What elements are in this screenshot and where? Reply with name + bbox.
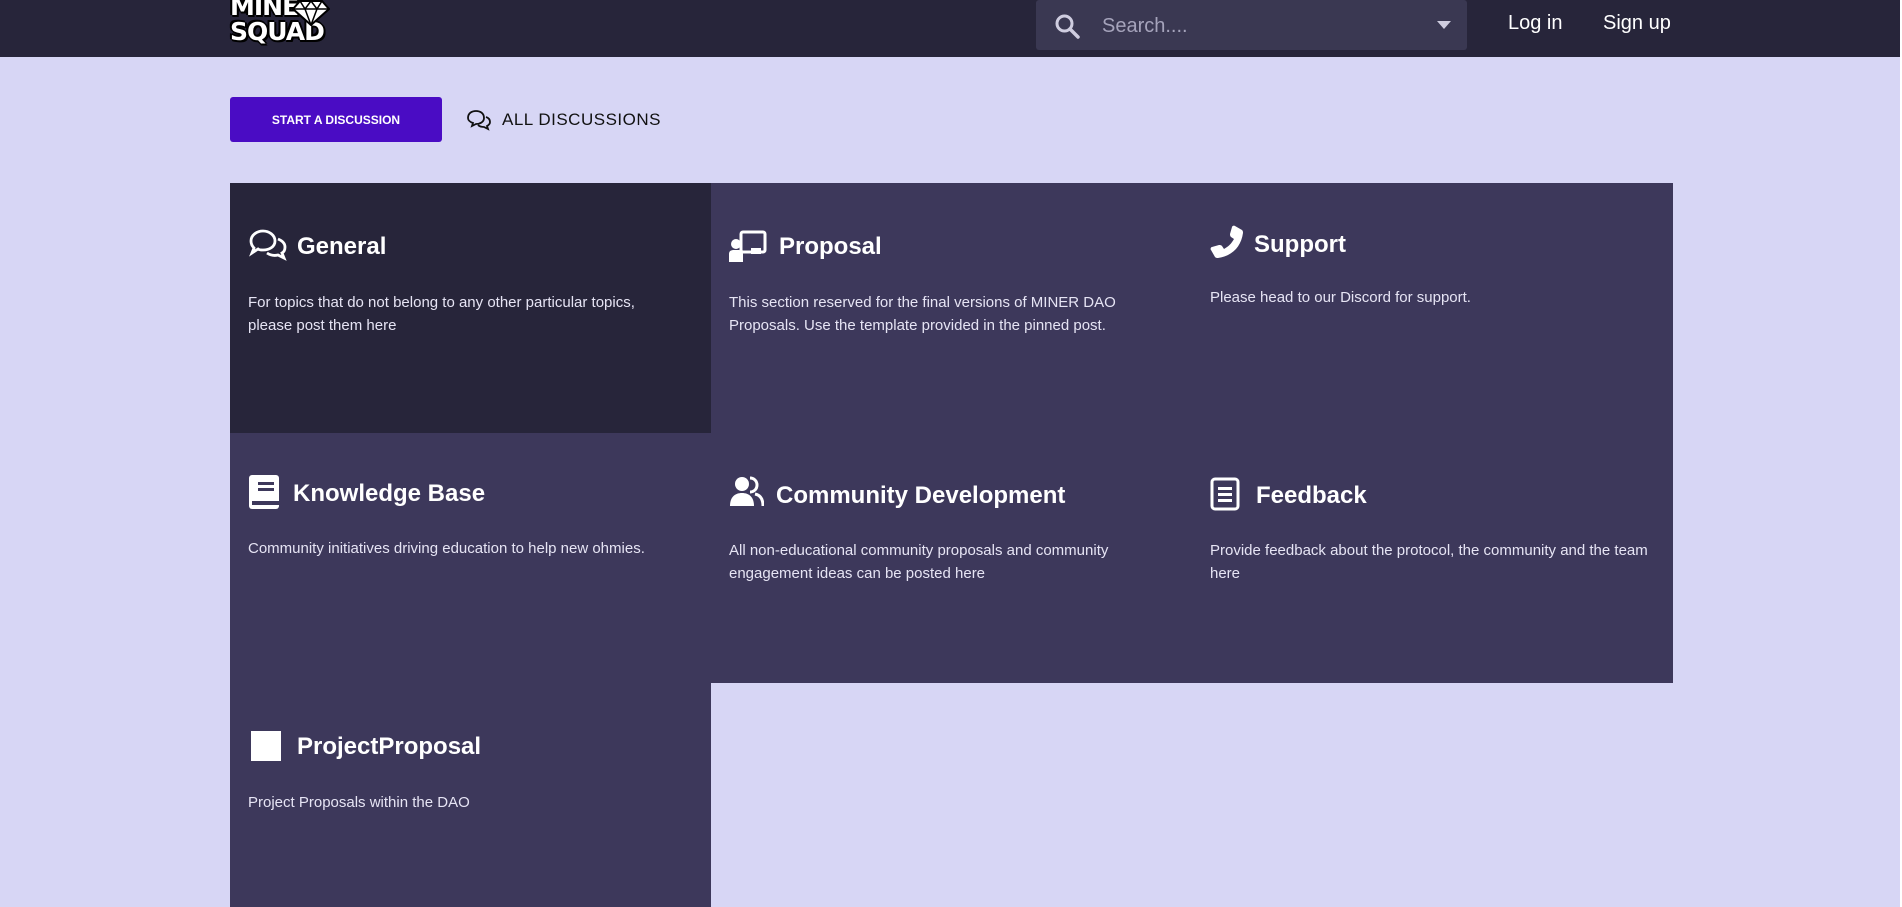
tag-title: Feedback <box>1256 482 1367 509</box>
tag-description: All non-educational community proposals … <box>729 542 1109 582</box>
signup-link[interactable]: Sign up <box>1603 12 1671 35</box>
login-link[interactable]: Log in <box>1508 12 1563 35</box>
comments-icon <box>467 110 491 131</box>
tag-tile-proposal[interactable]: Proposal This section reserved for the f… <box>711 183 1192 433</box>
all-discussions-label: ALL DISCUSSIONS <box>502 110 661 129</box>
document-icon <box>1210 477 1240 511</box>
users-icon <box>730 476 764 506</box>
square-icon <box>251 731 281 761</box>
diamond-icon <box>292 0 330 26</box>
search-box[interactable] <box>1036 0 1467 50</box>
tag-description: Provide feedback about the protocol, the… <box>1210 542 1648 582</box>
tag-tile-knowledge-base[interactable]: Knowledge Base Community initiatives dri… <box>230 433 711 683</box>
tag-tile-feedback[interactable]: Feedback Provide feedback about the prot… <box>1192 433 1673 683</box>
all-discussions-link[interactable]: ALL DISCUSSIONS <box>466 107 661 133</box>
comments-icon <box>249 229 287 261</box>
tag-description: This section reserved for the final vers… <box>729 294 1116 334</box>
tag-title: Proposal <box>779 233 882 260</box>
presenter-icon <box>729 230 767 262</box>
tag-description: Community initiatives driving education … <box>248 540 645 557</box>
search-input[interactable] <box>1100 8 1424 44</box>
tag-title: Support <box>1254 231 1346 258</box>
tag-tile-project-proposal[interactable]: ProjectProposal Project Proposals within… <box>230 683 711 907</box>
book-icon <box>249 475 279 509</box>
tag-title: General <box>297 233 387 260</box>
search-icon <box>1055 14 1080 39</box>
tag-description: For topics that do not belong to any oth… <box>248 294 635 334</box>
tag-tile-support[interactable]: Support Please head to our Discord for s… <box>1192 183 1673 433</box>
chevron-down-icon[interactable] <box>1437 21 1451 29</box>
brand-logo[interactable]: MINER SQUAD <box>230 0 392 44</box>
tag-title: Knowledge Base <box>293 480 486 507</box>
header-bar: MINER SQUAD Log in Sign up <box>0 0 1902 57</box>
tag-title: ProjectProposal <box>297 733 482 760</box>
tag-description: Please head to our Discord for support. <box>1210 289 1471 306</box>
tag-description: Project Proposals within the DAO <box>248 794 470 811</box>
phone-icon <box>1210 225 1243 258</box>
tag-tile-general[interactable]: General For topics that do not belong to… <box>230 183 711 433</box>
tag-title: Community Development <box>776 482 1066 509</box>
start-discussion-button[interactable]: START A DISCUSSION <box>230 97 442 142</box>
